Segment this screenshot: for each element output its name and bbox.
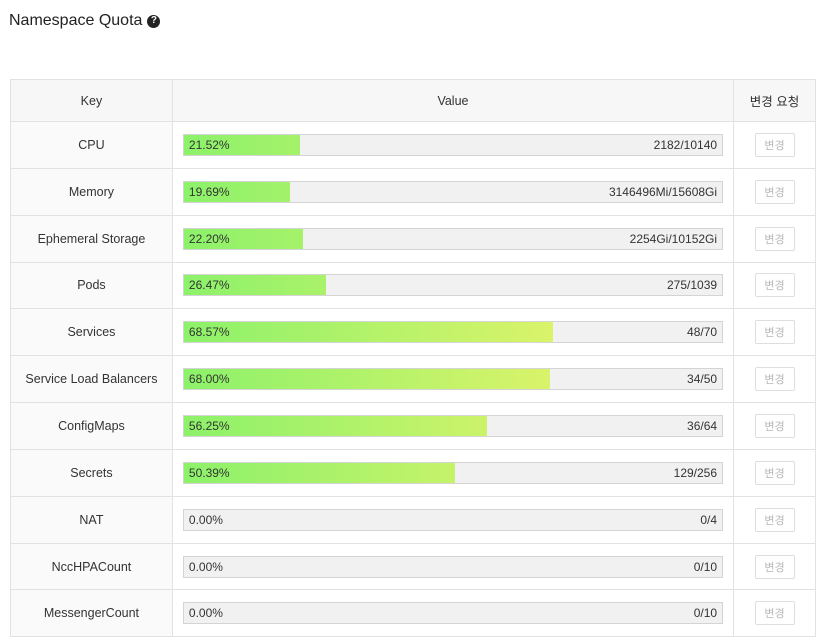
usage-progress-bar: 56.25% 36/64 [182,414,724,437]
quota-value: 22.20% 2254Gi/10152Gi [171,214,735,263]
quota-value: 68.00% 34/50 [171,355,735,404]
table-header-row: Key Value 변경 요청 [10,79,816,122]
usage-percent: 56.25% [188,418,230,433]
quota-key: Services [10,308,173,357]
table-row: ConfigMaps 56.25% 36/64 변경 [10,402,816,450]
usage-percent: 19.69% [188,184,230,199]
usage-progress-bar: 68.57% 48/70 [182,321,724,344]
change-request-button[interactable]: 변경 [754,554,795,579]
quota-key: NAT [10,495,173,544]
usage-progress-fill [183,322,553,343]
usage-amount: 0/4 [700,512,718,527]
change-request-button[interactable]: 변경 [754,367,795,392]
table-body: CPU 21.52% 2182/10140 변경 Memory 19.69% 3146496… [10,121,816,638]
usage-percent: 0.00% [188,606,223,621]
change-request-cell: 변경 [733,495,816,544]
quota-value: 0.00% 0/4 [171,495,735,544]
usage-amount: 34/50 [687,372,718,387]
table-row: Services 68.57% 48/70 변경 [10,308,816,357]
usage-progress-bar: 22.20% 2254Gi/10152Gi [182,227,724,250]
column-header-key: Key [10,79,173,122]
column-header-value: Value [171,79,735,122]
change-request-cell: 변경 [733,308,816,357]
usage-percent: 26.47% [188,278,230,293]
change-request-button[interactable]: 변경 [754,179,795,204]
change-request-cell: 변경 [733,214,816,263]
quota-key: ConfigMaps [10,402,173,450]
usage-amount: 0/10 [693,606,718,621]
table-row: NAT 0.00% 0/4 변경 [10,495,816,544]
change-request-button[interactable]: 변경 [754,460,795,485]
usage-percent: 68.57% [188,325,230,340]
usage-percent: 0.00% [188,512,223,527]
table-row: Service Load Balancers 68.00% 34/50 변경 [10,355,816,404]
change-request-cell: 변경 [733,402,816,450]
usage-progress-bar: 21.52% 2182/10140 [182,133,724,156]
quota-value: 56.25% 36/64 [171,402,735,450]
quota-value: 68.57% 48/70 [171,308,735,357]
quota-key: Secrets [10,448,173,497]
usage-percent: 21.52% [188,137,230,152]
question-circle-icon[interactable]: ? [147,14,161,28]
change-request-button[interactable]: 변경 [754,507,795,532]
usage-amount: 275/1039 [666,278,718,293]
usage-progress-bar: 0.00% 0/10 [182,555,724,578]
usage-amount: 129/256 [673,465,718,480]
quota-key: Memory [10,167,173,216]
usage-progress-bar: 68.00% 34/50 [182,368,724,391]
usage-progress-bar: 0.00% 0/4 [182,508,724,531]
quota-value: 0.00% 0/10 [171,542,735,591]
table-row: Pods 26.47% 275/1039 변경 [10,261,816,310]
usage-amount: 2254Gi/10152Gi [629,231,718,246]
usage-amount: 3146496Mi/15608Gi [608,184,718,199]
change-request-cell: 변경 [733,589,816,638]
page-title: Namespace Quota ? [9,12,161,30]
usage-progress-bar: 50.39% 129/256 [182,461,724,484]
table-row: Memory 19.69% 3146496Mi/15608Gi 변경 [10,167,816,216]
quota-value: 21.52% 2182/10140 [171,121,735,169]
table-row: NccHPACount 0.00% 0/10 변경 [10,542,816,591]
change-request-button[interactable]: 변경 [754,320,795,345]
usage-percent: 50.39% [188,465,230,480]
page-title-text: Namespace Quota [9,12,143,29]
usage-percent: 0.00% [188,559,223,574]
quota-key: NccHPACount [10,542,173,591]
change-request-cell: 변경 [733,121,816,169]
table-row: Secrets 50.39% 129/256 변경 [10,448,816,497]
usage-progress-fill [183,369,550,390]
usage-progress-bar: 19.69% 3146496Mi/15608Gi [182,180,724,203]
change-request-button[interactable]: 변경 [754,226,795,251]
usage-progress-bar: 26.47% 275/1039 [182,274,724,297]
change-request-cell: 변경 [733,355,816,404]
quota-key: Ephemeral Storage [10,214,173,263]
quota-value: 50.39% 129/256 [171,448,735,497]
change-request-cell: 변경 [733,167,816,216]
change-request-button[interactable]: 변경 [754,132,795,157]
quota-key: Service Load Balancers [10,355,173,404]
change-request-button[interactable]: 변경 [754,413,795,438]
quota-key: MessengerCount [10,589,173,638]
table-row: Ephemeral Storage 22.20% 2254Gi/10152Gi 변경 [10,214,816,263]
table-row: CPU 21.52% 2182/10140 변경 [10,121,816,169]
quota-value: 0.00% 0/10 [171,589,735,638]
change-request-cell: 변경 [733,448,816,497]
change-request-button[interactable]: 변경 [754,273,795,298]
change-request-cell: 변경 [733,261,816,310]
usage-percent: 22.20% [188,231,230,246]
quota-key: CPU [10,121,173,169]
usage-amount: 2182/10140 [653,137,718,152]
usage-amount: 48/70 [687,325,718,340]
namespace-quota-table: Key Value 변경 요청 CPU 21.52% 2182/10140 변경 Mem… [10,79,816,638]
usage-amount: 0/10 [693,559,718,574]
table-row: MessengerCount 0.00% 0/10 변경 [10,589,816,638]
usage-percent: 68.00% [188,372,230,387]
quota-value: 19.69% 3146496Mi/15608Gi [171,167,735,216]
quota-value: 26.47% 275/1039 [171,261,735,310]
usage-progress-bar: 0.00% 0/10 [182,602,724,625]
usage-amount: 36/64 [687,418,718,433]
change-request-button[interactable]: 변경 [754,601,795,626]
column-header-action: 변경 요청 [733,79,816,122]
quota-key: Pods [10,261,173,310]
change-request-cell: 변경 [733,542,816,591]
